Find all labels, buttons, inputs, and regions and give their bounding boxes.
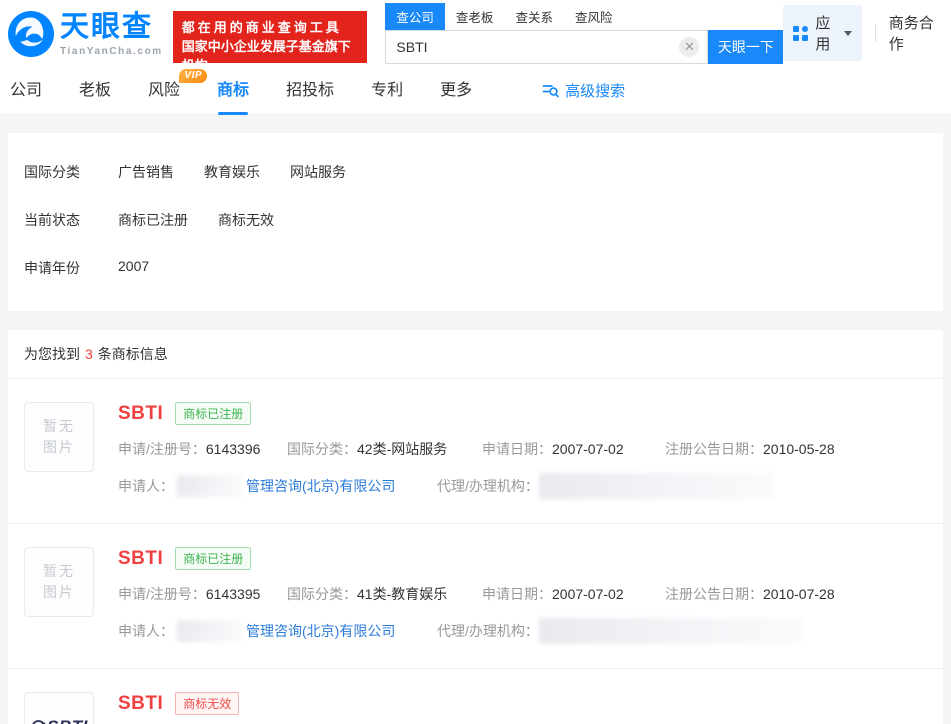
tianyancha-logo[interactable]: 天眼查 TianYanCha.com	[8, 11, 163, 66]
applicant-company-link[interactable]: 管理咨询(北京)有限公司	[246, 476, 395, 496]
chevron-down-icon	[844, 31, 852, 36]
filter-option[interactable]: 网站服务	[290, 162, 346, 182]
apply-date-value: 2007-07-02	[552, 441, 624, 457]
search-tab-company[interactable]: 查公司	[385, 3, 445, 30]
advanced-search-button[interactable]: 高级搜索	[542, 80, 625, 101]
status-badge: 商标无效	[175, 692, 239, 715]
intl-class-label: 国际分类：	[287, 441, 357, 457]
search-tab-risk[interactable]: 查风险	[564, 3, 624, 30]
agency-label: 代理/办理机构：	[437, 621, 539, 641]
applicant-company-link[interactable]: 管理咨询(北京)有限公司	[246, 621, 395, 641]
filter-panel: 国际分类 广告销售 教育娱乐 网站服务 当前状态 商标已注册 商标无效 申请年份…	[8, 133, 943, 311]
apps-label: 应用	[815, 12, 836, 54]
apply-date-label: 申请日期：	[482, 586, 552, 602]
circle-slash-icon	[30, 719, 46, 724]
apps-grid-icon	[793, 26, 808, 41]
status-badge: 商标已注册	[175, 402, 251, 425]
trademark-name-link[interactable]: SBTI	[118, 693, 163, 715]
nav-item-risk-label: 风险	[148, 82, 180, 99]
trademark-result-row: SBTI SBTI 商标无效 申请/注册号：6143394 国际分类：35类-广…	[8, 669, 943, 724]
nav-item-company[interactable]: 公司	[10, 66, 42, 115]
promo-banner-line1: 都在用的商业查询工具	[182, 18, 359, 37]
filter-label: 当前状态	[24, 210, 118, 230]
redacted-agency-block	[539, 473, 774, 499]
category-nav: 公司 老板 风险 VIP 商标 招投标 专利 更多 高级搜索	[0, 66, 951, 115]
applicant-label: 申请人：	[118, 621, 174, 641]
reg-no-value: 6143395	[206, 586, 261, 602]
advanced-search-icon	[542, 83, 559, 98]
apps-menu-button[interactable]: 应用	[783, 5, 861, 61]
results-summary: 为您找到 3 条商标信息	[8, 330, 943, 379]
announce-date-value: 2010-05-28	[763, 441, 835, 457]
search-input-wrap: ✕	[385, 30, 708, 64]
summary-suffix: 条商标信息	[98, 346, 168, 362]
filter-option[interactable]: 商标已注册	[118, 210, 188, 230]
promo-banner: 都在用的商业查询工具 国家中小企业发展子基金旗下机构	[173, 11, 368, 63]
sbti-logo-text: SBTI	[47, 717, 88, 724]
no-image-text: 暂无图片	[42, 416, 76, 458]
nav-item-patent[interactable]: 专利	[371, 66, 403, 115]
filter-row-year: 申请年份 2007	[24, 258, 927, 278]
intl-class-value: 41类-教育娱乐	[357, 586, 447, 602]
announce-date-label: 注册公告日期：	[665, 586, 763, 602]
no-image-text: 暂无图片	[42, 561, 76, 603]
agency-label: 代理/办理机构：	[437, 476, 539, 496]
search-tab-boss[interactable]: 查老板	[445, 3, 505, 30]
search-tabs: 查公司 查老板 查关系 查风险	[385, 3, 783, 30]
summary-count: 3	[85, 346, 93, 362]
nav-item-risk[interactable]: 风险 VIP	[148, 66, 180, 115]
business-cooperation-link[interactable]: 商务合作	[889, 12, 941, 54]
tianyancha-eye-icon	[8, 11, 54, 66]
header-right: 应用 商务合作	[783, 0, 943, 66]
nav-item-bidding[interactable]: 招投标	[286, 66, 334, 115]
intl-class-value: 42类-网站服务	[357, 441, 447, 457]
trademark-name-link[interactable]: SBTI	[118, 548, 163, 570]
filter-option[interactable]: 广告销售	[118, 162, 174, 182]
search-button[interactable]: 天眼一下	[708, 30, 783, 64]
status-badge: 商标已注册	[175, 547, 251, 570]
logo-title: 天眼查	[60, 11, 163, 43]
logo-domain: TianYanCha.com	[60, 46, 163, 57]
search-area: 查公司 查老板 查关系 查风险 ✕ 天眼一下	[385, 3, 783, 66]
filter-label: 申请年份	[24, 258, 118, 278]
filter-option[interactable]: 商标无效	[218, 210, 274, 230]
announce-date-value: 2010-07-28	[763, 586, 835, 602]
applicant-label: 申请人：	[118, 476, 174, 496]
divider	[875, 24, 876, 42]
filter-label: 国际分类	[24, 162, 118, 182]
intl-class-label: 国际分类：	[287, 586, 357, 602]
vip-badge: VIP	[179, 69, 207, 83]
redacted-agency-block	[539, 618, 804, 644]
trademark-name-link[interactable]: SBTI	[118, 403, 163, 425]
reg-no-label: 申请/注册号：	[118, 586, 206, 602]
redacted-applicant-block	[177, 475, 243, 497]
trademark-image-placeholder: 暂无图片	[24, 547, 94, 617]
header: 天眼查 TianYanCha.com 都在用的商业查询工具 国家中小企业发展子基…	[0, 0, 951, 66]
trademark-logo-image: SBTI	[24, 692, 94, 724]
sbti-logo: SBTI	[30, 717, 88, 724]
reg-no-label: 申请/注册号：	[118, 441, 206, 457]
apply-date-value: 2007-07-02	[552, 586, 624, 602]
trademark-image-placeholder: 暂无图片	[24, 402, 94, 472]
advanced-search-label: 高级搜索	[565, 80, 625, 101]
nav-item-boss[interactable]: 老板	[79, 66, 111, 115]
search-input[interactable]	[386, 31, 707, 63]
reg-no-value: 6143396	[206, 441, 261, 457]
filter-option[interactable]: 教育娱乐	[204, 162, 260, 182]
filter-option[interactable]: 2007	[118, 258, 149, 278]
redacted-applicant-block	[177, 620, 243, 642]
trademark-result-row: 暂无图片 SBTI 商标已注册 申请/注册号：6143396 国际分类：42类-…	[8, 379, 943, 524]
results-panel: 为您找到3条商标信息 暂无图片 SBTI 商标已注册 申请/注册号：614339…	[8, 330, 943, 724]
announce-date-label: 注册公告日期：	[665, 441, 763, 457]
apply-date-label: 申请日期：	[482, 441, 552, 457]
filter-row-intl-class: 国际分类 广告销售 教育娱乐 网站服务	[24, 162, 927, 182]
trademark-result-row: 暂无图片 SBTI 商标已注册 申请/注册号：6143395 国际分类：41类-…	[8, 524, 943, 669]
nav-item-more[interactable]: 更多	[440, 66, 472, 115]
summary-prefix: 为您找到	[24, 346, 80, 362]
filter-row-status: 当前状态 商标已注册 商标无效	[24, 210, 927, 230]
search-tab-relation[interactable]: 查关系	[504, 3, 564, 30]
nav-item-trademark[interactable]: 商标	[217, 66, 249, 115]
